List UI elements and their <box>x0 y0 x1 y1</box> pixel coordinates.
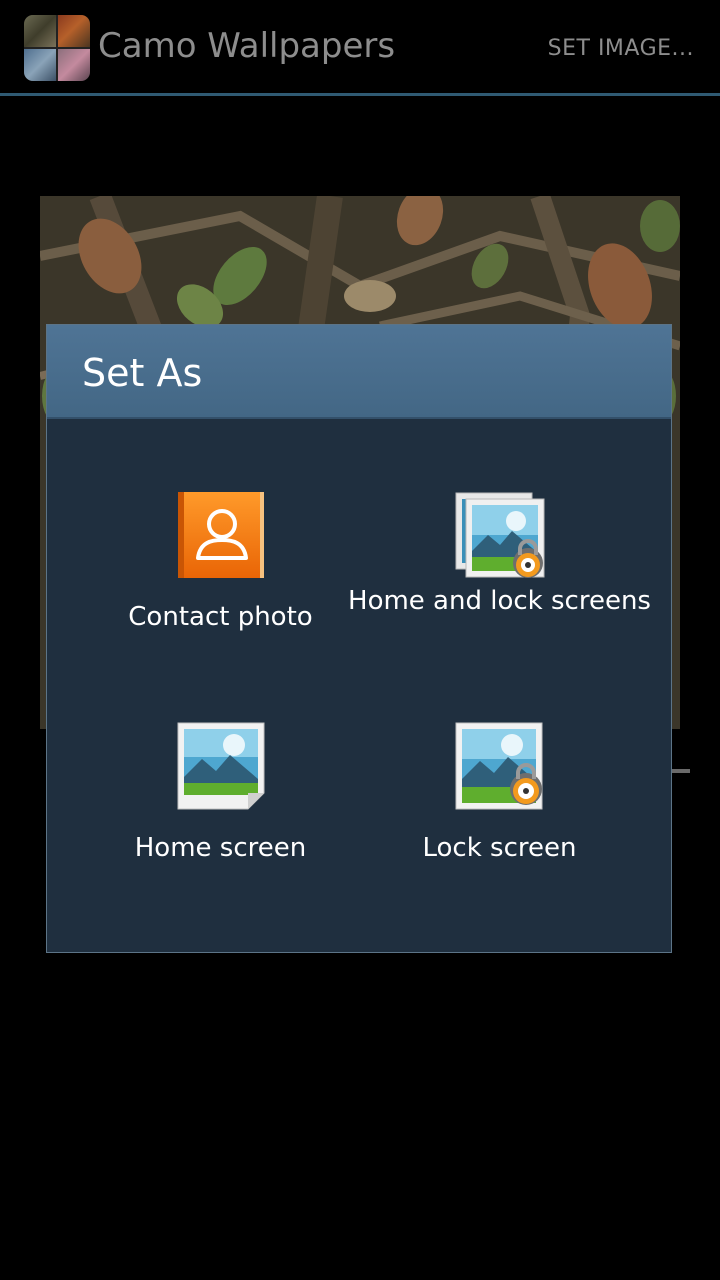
set-image-button[interactable]: SET IMAGE... <box>548 36 694 61</box>
app-title: Camo Wallpapers <box>98 26 396 66</box>
lock-screen-icon <box>454 721 546 815</box>
home-screen-icon <box>176 721 266 815</box>
option-label: Home and lock screens <box>348 586 651 616</box>
option-home-screen[interactable]: Home screen <box>64 706 377 936</box>
option-label: Home screen <box>134 833 307 863</box>
dialog-header: Set As <box>47 325 671 419</box>
action-bar: Camo Wallpapers SET IMAGE... <box>0 0 720 96</box>
option-label: Lock screen <box>422 833 577 863</box>
option-label: Contact photo <box>128 602 313 632</box>
option-home-and-lock-screens[interactable]: Home and lock screens <box>343 475 656 705</box>
dialog-title: Set As <box>82 351 203 395</box>
set-as-dialog: Set As Contact photo Home and lock scree… <box>46 324 672 953</box>
divider-mark <box>672 769 690 773</box>
option-lock-screen[interactable]: Lock screen <box>343 706 656 936</box>
home-and-lock-screens-icon <box>454 491 546 585</box>
screen: Camo Wallpapers SET IMAGE... Set As Cont… <box>0 0 720 1280</box>
option-contact-photo[interactable]: Contact photo <box>64 475 377 705</box>
contact-photo-icon <box>176 490 266 584</box>
app-icon[interactable] <box>24 15 90 81</box>
